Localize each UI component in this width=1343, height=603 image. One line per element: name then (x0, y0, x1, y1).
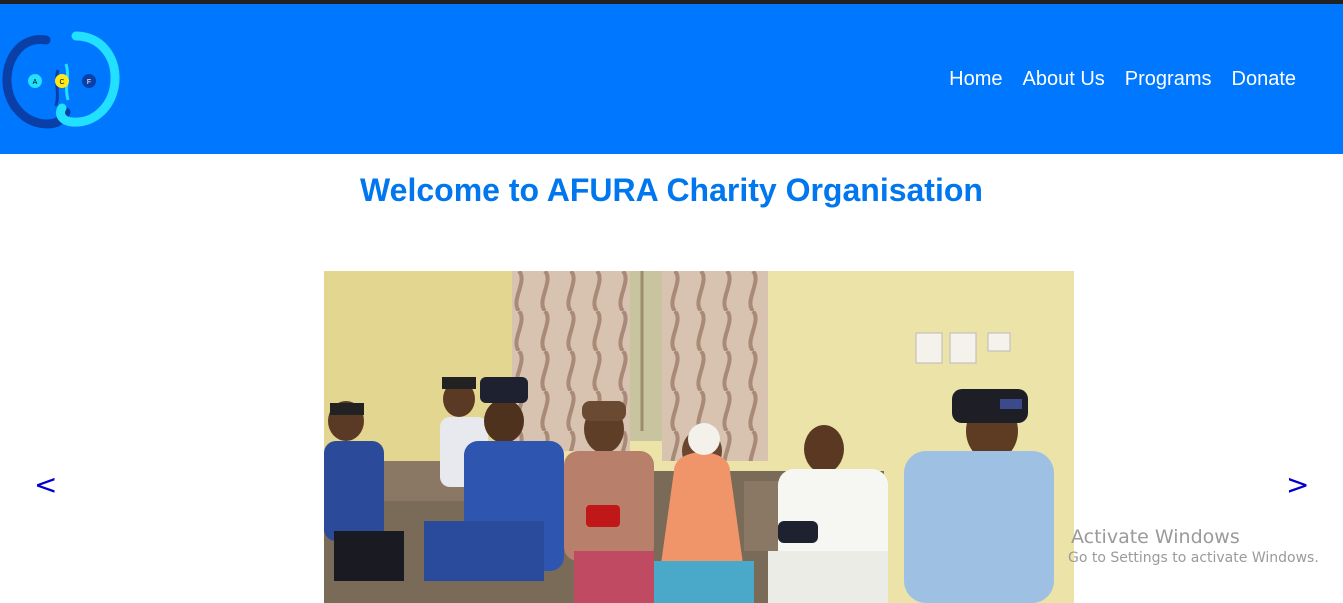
activate-windows-watermark: Activate Windows Go to Settings to activ… (1068, 526, 1319, 568)
site-logo[interactable]: A C F (2, 30, 120, 130)
nav-link-programs[interactable]: Programs (1125, 66, 1212, 92)
carousel-slide-image (324, 271, 1074, 603)
watermark-title: Activate Windows (1071, 526, 1240, 548)
logo-letter-f: F (87, 79, 91, 86)
logo-letter-a: A (33, 79, 38, 86)
nav-link-about-us[interactable]: About Us (1023, 66, 1105, 92)
logo-letter-c: C (59, 79, 64, 86)
site-header: A C F Home About Us Programs Donate (0, 4, 1343, 154)
page-heading: Welcome to AFURA Charity Organisation (360, 172, 983, 208)
watermark-subtitle: Go to Settings to activate Windows. (1068, 550, 1319, 566)
nav-link-home[interactable]: Home (949, 66, 1002, 92)
carousel-prev-button[interactable]: < (34, 470, 57, 500)
nav-link-donate[interactable]: Donate (1232, 66, 1297, 92)
carousel-next-button[interactable]: > (1286, 470, 1309, 500)
main-nav: Home About Us Programs Donate (949, 66, 1296, 92)
